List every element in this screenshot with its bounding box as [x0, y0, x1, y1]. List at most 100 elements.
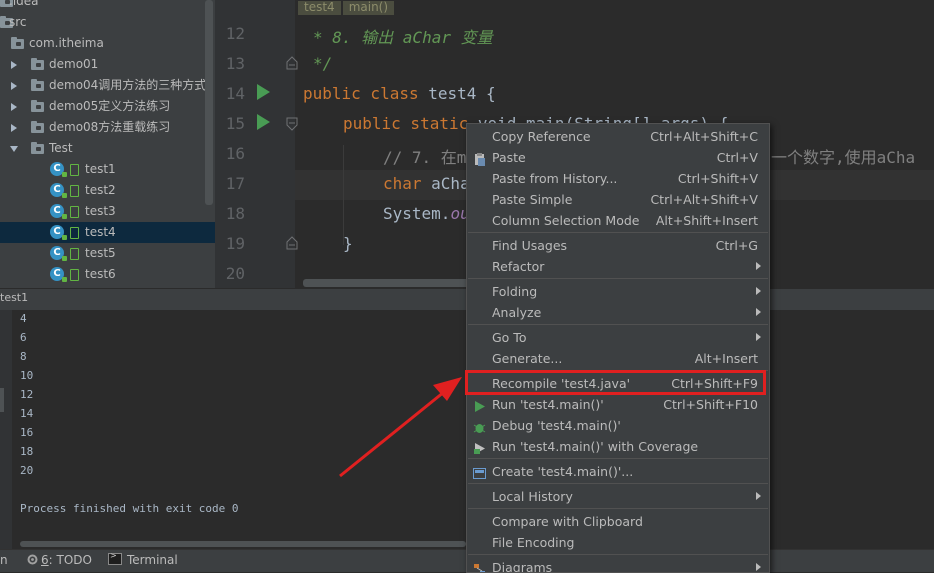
package-icon [31, 121, 44, 133]
code-line-16-tail: 一个数字,使用aCha [771, 148, 916, 167]
package-icon [11, 37, 24, 49]
menu-item-folding[interactable]: Folding [467, 281, 769, 302]
code-text: System. [383, 204, 451, 223]
submenu-arrow-icon [756, 262, 761, 270]
tree-item-label: test3 [85, 204, 116, 218]
create-config-icon [473, 465, 486, 479]
menu-item-shortcut: Ctrl+Alt+Shift+V [650, 192, 758, 207]
breadcrumb-class[interactable]: test4 [298, 1, 341, 15]
file-icon [70, 206, 79, 218]
fold-start-icon[interactable] [286, 117, 298, 131]
tree-item--idea[interactable]: .idea [0, 0, 215, 12]
chevron-right-icon[interactable] [11, 82, 17, 90]
menu-item-shortcut: Alt+Shift+Insert [655, 213, 758, 228]
todo-tool-tab[interactable]: 6: TODO [27, 553, 92, 567]
menu-item-label: Compare with Clipboard [492, 514, 643, 529]
package-icon [31, 79, 44, 91]
chevron-down-icon[interactable] [10, 146, 18, 152]
class-icon: C [50, 204, 67, 219]
menu-item-refactor[interactable]: Refactor [467, 256, 769, 277]
fold-end-icon[interactable] [286, 56, 298, 70]
tree-item-label: .idea [9, 0, 39, 8]
run-tool-tab[interactable]: n [0, 553, 8, 567]
diagrams-icon [473, 561, 486, 572]
file-icon [70, 248, 79, 260]
tree-item-test1[interactable]: Ctest1 [0, 159, 215, 180]
tree-item-demo08-[interactable]: demo08方法重载练习 [0, 117, 215, 138]
editor-context-menu: Copy Reference Ctrl+Alt+Shift+C Paste Ctrl+… [466, 123, 770, 573]
menu-item-create-test4-main[interactable]: Create 'test4.main()'... [467, 461, 769, 482]
run-class-icon[interactable] [257, 84, 270, 100]
tree-item-test2[interactable]: Ctest2 [0, 180, 215, 201]
menu-item-paste[interactable]: Paste Ctrl+V [467, 147, 769, 168]
menu-item-debug-test4-main[interactable]: Debug 'test4.main()' [467, 415, 769, 436]
class-icon: C [50, 225, 67, 240]
file-icon [70, 164, 79, 176]
tree-item-test4[interactable]: Ctest4 [0, 222, 215, 243]
tree-item-label: test6 [85, 267, 116, 281]
tree-item-test6[interactable]: Ctest6 [0, 264, 215, 285]
console-line: 12 [20, 388, 34, 401]
todo-number: 6 [41, 553, 49, 567]
menu-item-shortcut: Ctrl+Alt+Shift+C [650, 129, 758, 144]
keyword: public static [343, 114, 469, 133]
menu-item-label: Create 'test4.main()'... [492, 464, 634, 479]
menu-item-column-selection-mode[interactable]: Column Selection Mode Alt+Shift+Insert [467, 210, 769, 231]
tree-item-test[interactable]: Test [0, 138, 215, 159]
terminal-icon [108, 551, 122, 565]
project-tree-panel: .idea src com.itheima demo01 demo04调用方法的三种方式… [0, 0, 215, 288]
tree-item-demo01[interactable]: demo01 [0, 54, 215, 75]
breadcrumb-method[interactable]: main() [342, 1, 395, 15]
line-number: 16 [225, 144, 245, 163]
run-method-icon[interactable] [257, 114, 270, 130]
tree-item-label: demo08方法重载练习 [49, 120, 171, 134]
tree-item-label: demo04调用方法的三种方式 [49, 78, 207, 92]
menu-separator [468, 458, 768, 459]
menu-item-generate[interactable]: Generate... Alt+Insert [467, 348, 769, 369]
menu-item-paste-simple[interactable]: Paste Simple Ctrl+Alt+Shift+V [467, 189, 769, 210]
editor-horizontal-scrollbar[interactable] [303, 279, 483, 287]
terminal-tool-tab[interactable]: Terminal [108, 551, 178, 567]
submenu-arrow-icon [756, 492, 761, 500]
package-icon [31, 58, 44, 70]
code-line-17: char aCha [383, 174, 470, 193]
chevron-right-icon[interactable] [11, 103, 17, 111]
tree-item-demo05-[interactable]: demo05定义方法练习 [0, 96, 215, 117]
menu-item-analyze[interactable]: Analyze [467, 302, 769, 323]
code-line-18: System.ou [383, 204, 470, 223]
menu-item-run-test4-main-with-coverage[interactable]: Run 'test4.main()' with Coverage [467, 436, 769, 457]
run-tab-title[interactable]: test1 [0, 291, 28, 304]
menu-separator [468, 324, 768, 325]
project-tree-scrollbar[interactable] [205, 0, 213, 205]
submenu-arrow-icon [756, 563, 761, 571]
menu-item-compare-with-clipboard[interactable]: Compare with Clipboard [467, 511, 769, 532]
chevron-right-icon[interactable] [11, 61, 17, 69]
menu-item-find-usages[interactable]: Find Usages Ctrl+G [467, 235, 769, 256]
chevron-right-icon[interactable] [11, 124, 17, 132]
tree-item-test5[interactable]: Ctest5 [0, 243, 215, 264]
menu-separator [468, 554, 768, 555]
fold-end-icon[interactable] [286, 236, 298, 250]
console-horizontal-scrollbar[interactable] [20, 541, 466, 547]
line-number: 15 [225, 114, 245, 133]
tree-item-test3[interactable]: Ctest3 [0, 201, 215, 222]
line-number: 20 [225, 264, 245, 283]
line-number: 18 [225, 204, 245, 223]
tree-item-com-itheima[interactable]: com.itheima [0, 33, 215, 54]
menu-separator [468, 232, 768, 233]
tree-item-label: Test [49, 141, 73, 155]
line-number: 19 [225, 234, 245, 253]
menu-item-go-to[interactable]: Go To [467, 327, 769, 348]
tree-item-src[interactable]: src [0, 12, 215, 33]
paste-icon [473, 151, 486, 166]
tree-item-demo04-[interactable]: demo04调用方法的三种方式 [0, 75, 215, 96]
menu-item-run-test4-main[interactable]: Run 'test4.main()' Ctrl+Shift+F10 [467, 394, 769, 415]
menu-item-file-encoding[interactable]: File Encoding [467, 532, 769, 553]
menu-item-paste-from-history[interactable]: Paste from History... Ctrl+Shift+V [467, 168, 769, 189]
console-line: 14 [20, 407, 34, 420]
menu-item-copy-reference[interactable]: Copy Reference Ctrl+Alt+Shift+C [467, 126, 769, 147]
line-number: 12 [225, 24, 245, 43]
menu-item-label: File Encoding [492, 535, 575, 550]
breadcrumb: test4 main() [298, 0, 396, 15]
menu-item-local-history[interactable]: Local History [467, 486, 769, 507]
